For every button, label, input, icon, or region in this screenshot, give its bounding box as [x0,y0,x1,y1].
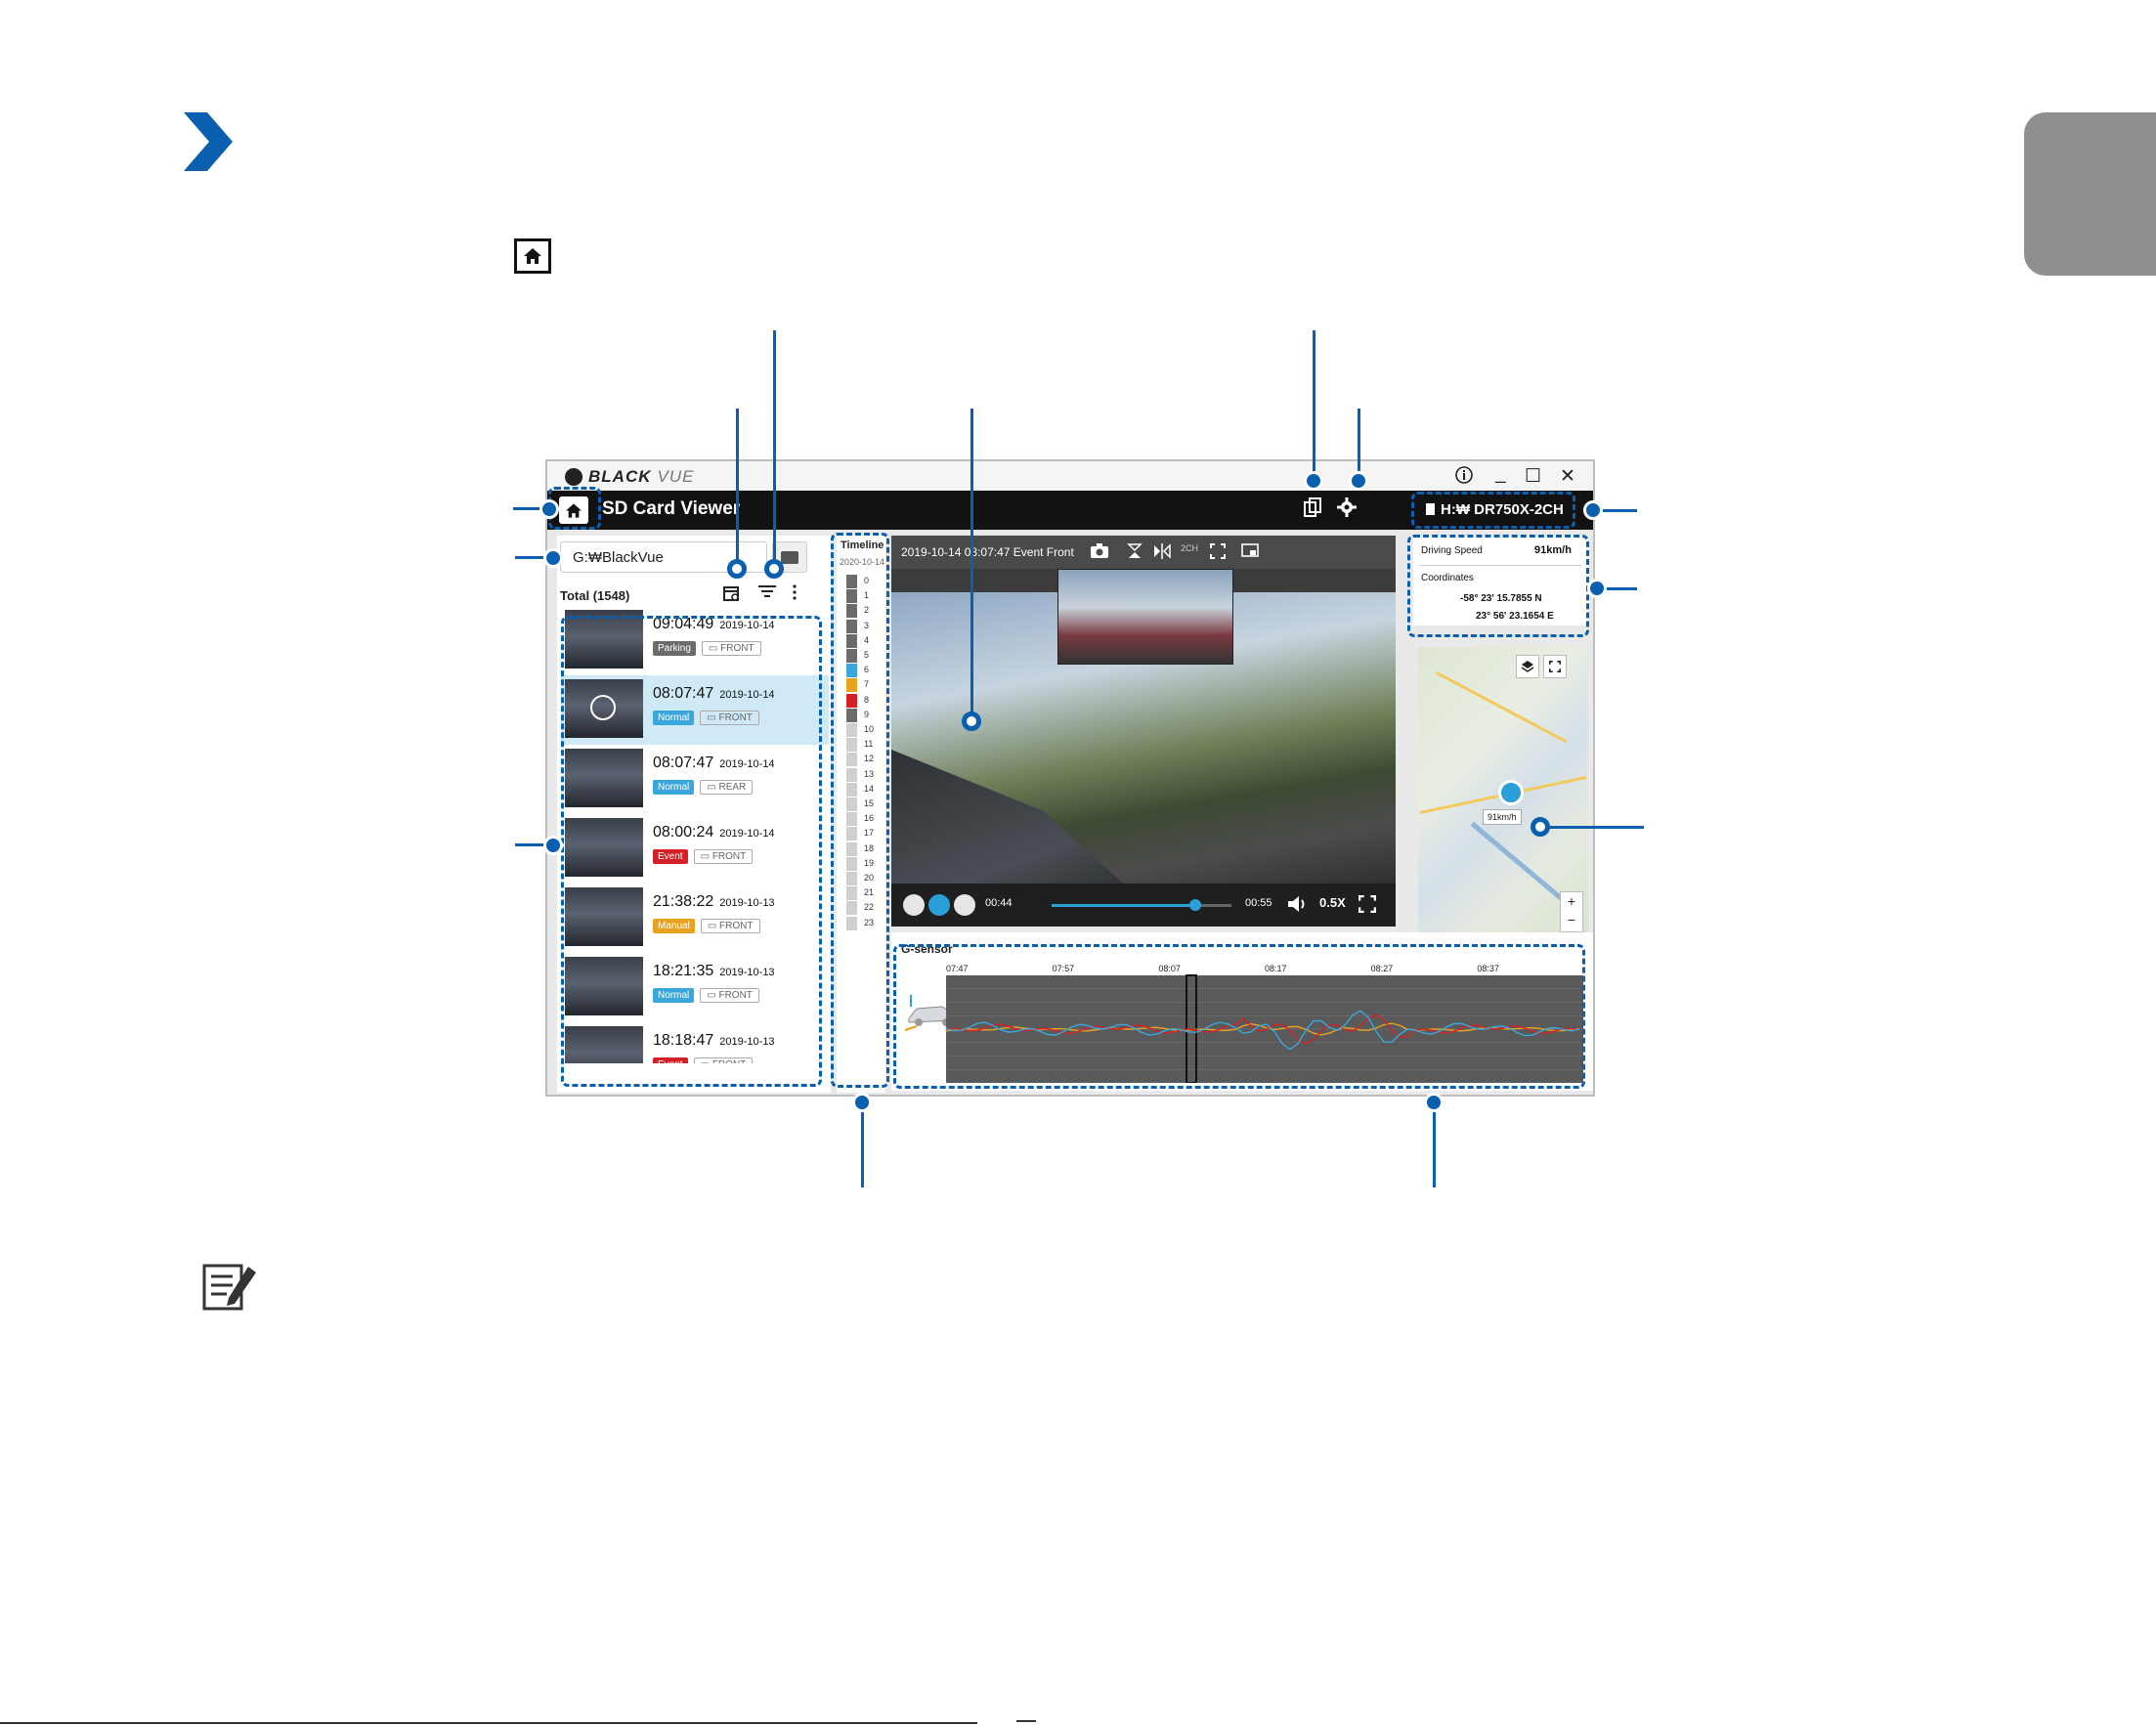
filter-icon [758,585,776,597]
logo-vue: VUE [657,467,695,486]
video-header: 2019-10-14 08:07:47 Event Front 2CH [891,536,1396,569]
logo-black: BLACK [588,467,652,486]
layers-icon [1521,661,1534,672]
next-button[interactable] [954,894,975,916]
pause-button[interactable] [928,894,950,916]
expand-icon [1210,543,1226,559]
video-player[interactable]: 2019-10-14 08:07:47 Event Front 2CH 00:4… [891,536,1396,927]
app-title: SD Card Viewer [602,498,741,519]
note-icon [202,1264,256,1311]
zoom-in-button[interactable]: + [1561,892,1582,911]
callout-dot [543,548,563,568]
callout-box-timeline [831,533,889,1088]
calendar-search-button[interactable] [723,584,741,607]
total-count: Total (1548) [560,588,630,603]
picture-in-picture-icon [1241,543,1259,557]
flip-vertical-icon [1127,543,1143,558]
leader-line [861,1100,864,1187]
fullscreen-icon [1358,895,1376,913]
current-time: 00:44 [985,897,1013,909]
gear-icon [1337,497,1357,517]
layers-button[interactable] [1516,655,1539,678]
flip-horizontal-icon [1154,543,1171,559]
minimize-button[interactable]: _ [1495,463,1506,485]
info-icon[interactable] [1454,465,1474,491]
leader-line [736,409,739,565]
footer-mark [1016,1720,1036,1722]
callout-dot [1531,817,1550,837]
close-button[interactable]: ✕ [1560,465,1575,488]
callout-dot [543,836,563,855]
callout-box-list [561,616,822,1087]
title-bar: BLACK VUE _ ☐ ✕ [547,461,1593,491]
callout-dot [539,499,559,519]
callout-dot [1587,579,1607,598]
playback-controls: 00:44 00:55 0.5X [891,884,1396,927]
zoom-out-button[interactable]: − [1561,911,1582,929]
channel-mode[interactable]: 2CH [1181,543,1198,553]
fullscreen-button[interactable] [1358,895,1376,918]
video-title: 2019-10-14 08:07:47 Event Front [901,545,1074,559]
map-view[interactable]: 91km/h + − [1418,647,1588,936]
callout-box-drive [1411,492,1575,529]
previous-button[interactable] [903,894,925,916]
leader-line [773,330,776,565]
footer-rule [0,1722,977,1724]
copy-icon [1304,497,1321,517]
more-vertical-icon [793,584,797,600]
map-road [1436,670,1567,744]
fit-screen-button[interactable] [1210,543,1226,563]
leader-line [1538,826,1644,829]
filter-button[interactable] [758,584,776,603]
volume-icon [1288,896,1305,912]
pip-button[interactable] [1241,543,1259,562]
calendar-search-icon [723,586,739,601]
playback-speed[interactable]: 0.5X [1319,895,1346,910]
expand-icon [1549,661,1561,672]
copy-button[interactable] [1304,497,1321,523]
flip-vertical-button[interactable] [1126,543,1143,563]
section-tab [2024,112,2156,276]
zoom-controls: + − [1560,891,1583,932]
camera-icon [1091,543,1108,558]
blackvue-logo: BLACK VUE [565,467,694,487]
chevron-right-icon [184,112,233,171]
callout-dot [764,559,784,579]
snapshot-button[interactable] [1091,543,1108,562]
seek-bar[interactable] [1052,899,1231,911]
callout-box-gsensor [893,944,1585,1089]
callout-dot [1583,500,1603,520]
map-river [1470,821,1572,908]
callout-dot [1304,471,1323,491]
flip-horizontal-button[interactable] [1153,543,1171,563]
rear-camera-inset[interactable] [1057,569,1233,665]
map-speed-tag: 91km/h [1483,809,1522,825]
leader-line [1313,330,1315,477]
vehicle-location-marker[interactable] [1498,780,1524,805]
seek-handle[interactable] [1189,899,1202,911]
leader-line [1358,409,1360,477]
callout-dot [962,712,981,731]
more-options-button[interactable] [792,584,798,605]
total-time: 00:55 [1245,897,1272,909]
settings-button[interactable] [1337,497,1357,523]
logo-mark-icon [565,468,582,486]
callout-box-gps [1407,535,1589,637]
seek-progress [1052,904,1196,907]
leader-line [1433,1100,1436,1187]
maximize-button[interactable]: ☐ [1525,465,1541,488]
callout-dot [1349,471,1368,491]
map-fullscreen-button[interactable] [1543,655,1567,678]
volume-button[interactable] [1288,895,1308,918]
callout-dot [852,1093,872,1112]
callout-dot [727,559,747,579]
leader-line [970,409,973,721]
home-icon [514,238,551,274]
folder-icon [781,550,798,564]
callout-dot [1424,1093,1444,1112]
